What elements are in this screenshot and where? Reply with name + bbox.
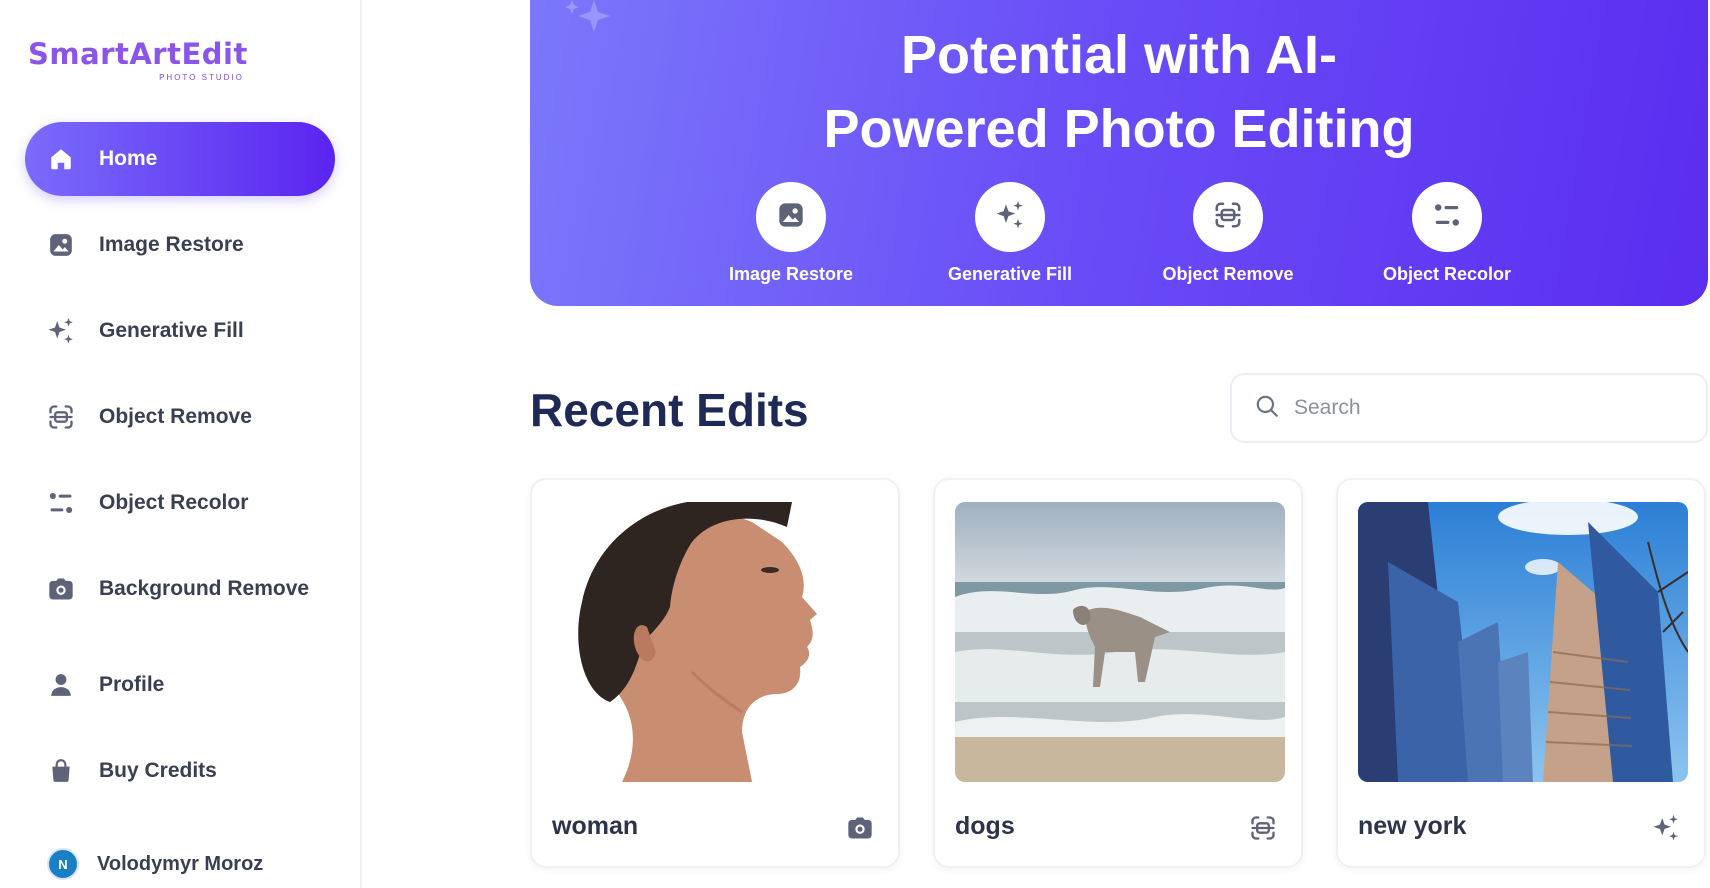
avatar: N bbox=[47, 848, 79, 880]
card-thumbnail[interactable] bbox=[1358, 502, 1688, 782]
scan-icon bbox=[45, 401, 77, 433]
section-title: Recent Edits bbox=[530, 384, 809, 436]
hero-title-line-1: Potential with AI- bbox=[901, 25, 1337, 85]
scan-icon[interactable] bbox=[1247, 812, 1279, 844]
feature-object-recolor[interactable]: Object Recolor bbox=[1347, 182, 1547, 285]
card-thumbnail[interactable] bbox=[955, 502, 1285, 782]
recolor-icon bbox=[1432, 200, 1462, 235]
card-title: new york bbox=[1358, 812, 1467, 840]
scan-icon bbox=[1213, 200, 1243, 235]
card-thumbnail[interactable] bbox=[552, 502, 882, 782]
hero-title: Potential with AI- Powered Photo Editing bbox=[530, 18, 1708, 166]
user-icon bbox=[45, 669, 77, 701]
recent-edit-card[interactable]: woman bbox=[530, 478, 900, 868]
feature-button[interactable] bbox=[975, 182, 1045, 252]
camera-icon[interactable] bbox=[844, 812, 876, 844]
sidebar-item-label: Generative Fill bbox=[99, 319, 244, 342]
sparkles-icon bbox=[45, 315, 77, 347]
sidebar-item-home[interactable]: Home bbox=[25, 122, 335, 196]
feature-generative-fill[interactable]: Generative Fill bbox=[910, 182, 1110, 285]
sidebar: SmartArtEdit PHOTO STUDIO Home Image Res… bbox=[0, 0, 362, 888]
sidebar-item-label: Buy Credits bbox=[99, 759, 217, 782]
search-icon bbox=[1254, 393, 1280, 424]
feature-button[interactable] bbox=[1412, 182, 1482, 252]
recent-edit-card[interactable]: new york bbox=[1336, 478, 1706, 868]
feature-label: Generative Fill bbox=[947, 264, 1073, 284]
sidebar-item-label: Background Remove bbox=[99, 577, 310, 600]
feature-image-restore[interactable]: Image Restore bbox=[691, 182, 891, 285]
sidebar-item-buy-credits[interactable]: Buy Credits bbox=[25, 734, 335, 808]
sidebar-item-profile[interactable]: Profile bbox=[25, 648, 335, 722]
brand-tagline: PHOTO STUDIO bbox=[159, 73, 244, 82]
sparkles-icon[interactable] bbox=[1650, 812, 1682, 844]
search-input[interactable] bbox=[1294, 396, 1674, 420]
sidebar-item-label: Profile bbox=[99, 673, 165, 696]
feature-label: Object Remove bbox=[1162, 264, 1294, 284]
brand-name: SmartArtEdit bbox=[28, 37, 248, 71]
search-box[interactable] bbox=[1230, 373, 1708, 443]
user-name: Volodymyr Moroz bbox=[97, 852, 264, 875]
sidebar-item-object-recolor[interactable]: Object Recolor bbox=[25, 466, 335, 540]
image-icon bbox=[777, 201, 805, 234]
feature-object-remove[interactable]: Object Remove bbox=[1128, 182, 1328, 285]
feature-button[interactable] bbox=[1193, 182, 1263, 252]
user-profile-link[interactable]: N Volodymyr Moroz bbox=[47, 848, 263, 880]
recent-edit-card[interactable]: dogs bbox=[933, 478, 1303, 868]
feature-label: Image Restore bbox=[728, 264, 854, 284]
sidebar-item-object-remove[interactable]: Object Remove bbox=[25, 380, 335, 454]
sidebar-item-label: Image Restore bbox=[99, 233, 244, 256]
image-icon bbox=[45, 229, 77, 261]
brand-logo[interactable]: SmartArtEdit PHOTO STUDIO bbox=[28, 37, 248, 83]
sidebar-item-label: Home bbox=[99, 147, 158, 170]
sidebar-item-label: Object Recolor bbox=[99, 491, 249, 514]
feature-label: Object Recolor bbox=[1382, 264, 1512, 284]
recolor-icon bbox=[45, 487, 77, 519]
sidebar-item-background-remove[interactable]: Background Remove bbox=[25, 552, 335, 626]
feature-button[interactable] bbox=[756, 182, 826, 252]
card-title: woman bbox=[552, 812, 639, 840]
sidebar-item-generative-fill[interactable]: Generative Fill bbox=[25, 294, 335, 368]
card-title: dogs bbox=[955, 812, 1015, 840]
hero-title-line-2: Powered Photo Editing bbox=[823, 99, 1415, 159]
camera-icon bbox=[45, 573, 77, 605]
hero-banner: Potential with AI- Powered Photo Editing… bbox=[530, 0, 1708, 306]
sidebar-item-label: Object Remove bbox=[99, 405, 252, 428]
home-icon bbox=[45, 143, 77, 175]
bag-icon bbox=[45, 755, 77, 787]
sparkles-icon bbox=[994, 199, 1026, 236]
sidebar-item-image-restore[interactable]: Image Restore bbox=[25, 208, 335, 282]
